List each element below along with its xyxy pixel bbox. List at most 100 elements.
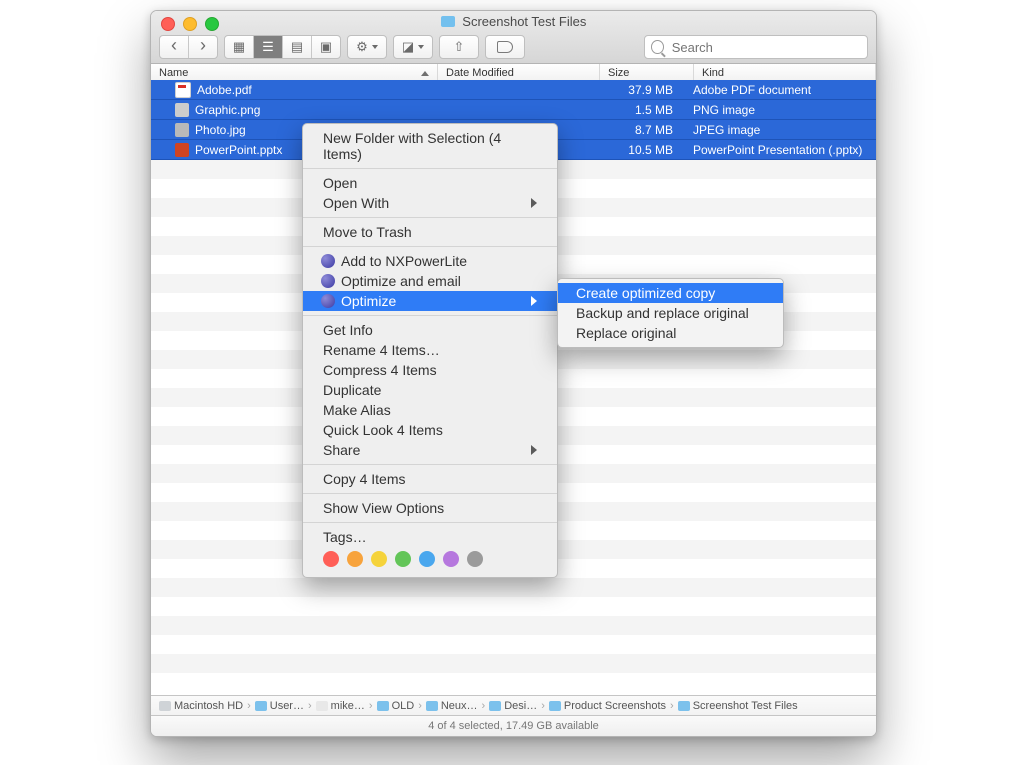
sort-indicator-icon — [421, 71, 429, 76]
file-icon — [175, 143, 189, 157]
path-crumb-label: Desi… — [504, 700, 537, 712]
submenu-item-replace[interactable]: Replace original — [558, 323, 783, 343]
submenu-item-create-copy[interactable]: Create optimized copy — [558, 283, 783, 303]
path-crumb[interactable]: User… — [255, 700, 304, 712]
menu-item-view-options[interactable]: Show View Options — [303, 498, 557, 518]
submenu-arrow-icon — [531, 198, 537, 208]
menu-item-trash[interactable]: Move to Trash — [303, 222, 557, 242]
folder-icon — [678, 701, 690, 711]
menu-item-open-with[interactable]: Open With — [303, 193, 557, 213]
menu-item-copy[interactable]: Copy 4 Items — [303, 469, 557, 489]
close-window-button[interactable] — [161, 17, 175, 31]
menu-item-compress[interactable]: Compress 4 Items — [303, 360, 557, 380]
empty-row — [151, 597, 876, 616]
empty-row — [151, 578, 876, 597]
folder-icon — [316, 701, 328, 711]
chevron-right-icon: › — [670, 700, 674, 712]
arrange-button[interactable] — [347, 35, 387, 59]
empty-row — [151, 673, 876, 692]
submenu-item-backup-replace[interactable]: Backup and replace original — [558, 303, 783, 323]
tag-color-dot[interactable] — [443, 551, 459, 567]
file-name: Adobe.pdf — [197, 83, 252, 97]
path-crumb-label: Neux… — [441, 700, 478, 712]
tag-color-row — [303, 547, 557, 573]
search-field[interactable] — [644, 35, 868, 59]
column-header-kind[interactable]: Kind — [694, 64, 876, 81]
view-mode-segment — [224, 35, 341, 59]
zoom-window-button[interactable] — [205, 17, 219, 31]
edit-tags-button[interactable] — [485, 35, 525, 59]
menu-item-add-nxpowerlite[interactable]: Add to NXPowerLite — [303, 251, 557, 271]
path-bar: Macintosh HD›User…›mike…›OLD›Neux…›Desi…… — [151, 695, 876, 716]
view-columns-button[interactable] — [283, 36, 312, 58]
menu-item-rename[interactable]: Rename 4 Items… — [303, 340, 557, 360]
nav-back-forward — [159, 35, 218, 59]
chevron-right-icon: › — [369, 700, 373, 712]
tag-color-dot[interactable] — [467, 551, 483, 567]
menu-item-get-info[interactable]: Get Info — [303, 320, 557, 340]
path-crumb[interactable]: OLD — [377, 700, 415, 712]
tag-color-dot[interactable] — [323, 551, 339, 567]
gear-icon — [356, 39, 368, 55]
table-row[interactable]: Graphic.png1.5 MBPNG image — [151, 100, 876, 120]
menu-item-quicklook[interactable]: Quick Look 4 Items — [303, 420, 557, 440]
path-crumb-label: Product Screenshots — [564, 700, 666, 712]
share-button[interactable] — [439, 35, 479, 59]
file-kind: Adobe PDF document — [683, 83, 876, 97]
menu-item-tags[interactable]: Tags… — [303, 527, 557, 547]
path-crumb[interactable]: Screenshot Test Files — [678, 700, 798, 712]
file-kind: PNG image — [683, 103, 876, 117]
group-button[interactable] — [393, 35, 433, 59]
menu-item-alias[interactable]: Make Alias — [303, 400, 557, 420]
menu-item-optimize-email[interactable]: Optimize and email — [303, 271, 557, 291]
path-crumb[interactable]: Neux… — [426, 700, 478, 712]
folder-icon — [426, 701, 438, 711]
minimize-window-button[interactable] — [183, 17, 197, 31]
path-crumb[interactable]: mike… — [316, 700, 365, 712]
table-row[interactable]: Adobe.pdf 37.9 MBAdobe PDF document — [151, 80, 876, 100]
tag-color-dot[interactable] — [347, 551, 363, 567]
menu-item-share[interactable]: Share — [303, 440, 557, 460]
menu-item-new-folder[interactable]: New Folder with Selection (4 Items) — [303, 128, 557, 164]
path-crumb-label: Macintosh HD — [174, 700, 243, 712]
chevron-right-icon: › — [541, 700, 545, 712]
window-title: Screenshot Test Files — [151, 14, 876, 29]
tag-color-dot[interactable] — [419, 551, 435, 567]
column-header-date[interactable]: Date Modified — [438, 64, 600, 81]
view-list-button[interactable] — [254, 36, 283, 58]
view-gallery-button[interactable] — [312, 36, 340, 58]
empty-row — [151, 654, 876, 673]
path-crumb[interactable]: Macintosh HD — [159, 700, 243, 712]
path-crumb[interactable]: Desi… — [489, 700, 537, 712]
chevron-down-icon — [418, 45, 424, 49]
path-crumb-label: Screenshot Test Files — [693, 700, 798, 712]
group-icon — [402, 39, 414, 55]
empty-row — [151, 635, 876, 654]
optimize-submenu: Create optimized copy Backup and replace… — [557, 278, 784, 348]
file-size: 10.5 MB — [594, 143, 683, 157]
forward-button[interactable] — [189, 36, 217, 58]
menu-item-duplicate[interactable]: Duplicate — [303, 380, 557, 400]
column-header-name[interactable]: Name — [151, 64, 438, 81]
search-input[interactable] — [670, 39, 861, 56]
submenu-arrow-icon — [531, 296, 537, 306]
view-icon-button[interactable] — [225, 36, 254, 58]
file-name: Photo.jpg — [195, 123, 246, 137]
file-icon — [175, 123, 189, 137]
file-size: 37.9 MB — [594, 83, 683, 97]
path-crumb[interactable]: Product Screenshots — [549, 700, 666, 712]
chevron-right-icon: › — [418, 700, 422, 712]
folder-icon — [489, 701, 501, 711]
tag-color-dot[interactable] — [371, 551, 387, 567]
folder-icon — [159, 701, 171, 711]
submenu-arrow-icon — [531, 445, 537, 455]
menu-item-optimize[interactable]: Optimize — [303, 291, 557, 311]
back-button[interactable] — [160, 36, 189, 58]
window-title-text: Screenshot Test Files — [462, 14, 586, 29]
status-bar: 4 of 4 selected, 17.49 GB available — [151, 715, 876, 736]
chevron-right-icon: › — [308, 700, 312, 712]
menu-item-open[interactable]: Open — [303, 173, 557, 193]
folder-icon — [377, 701, 389, 711]
tag-color-dot[interactable] — [395, 551, 411, 567]
column-header-size[interactable]: Size — [600, 64, 694, 81]
